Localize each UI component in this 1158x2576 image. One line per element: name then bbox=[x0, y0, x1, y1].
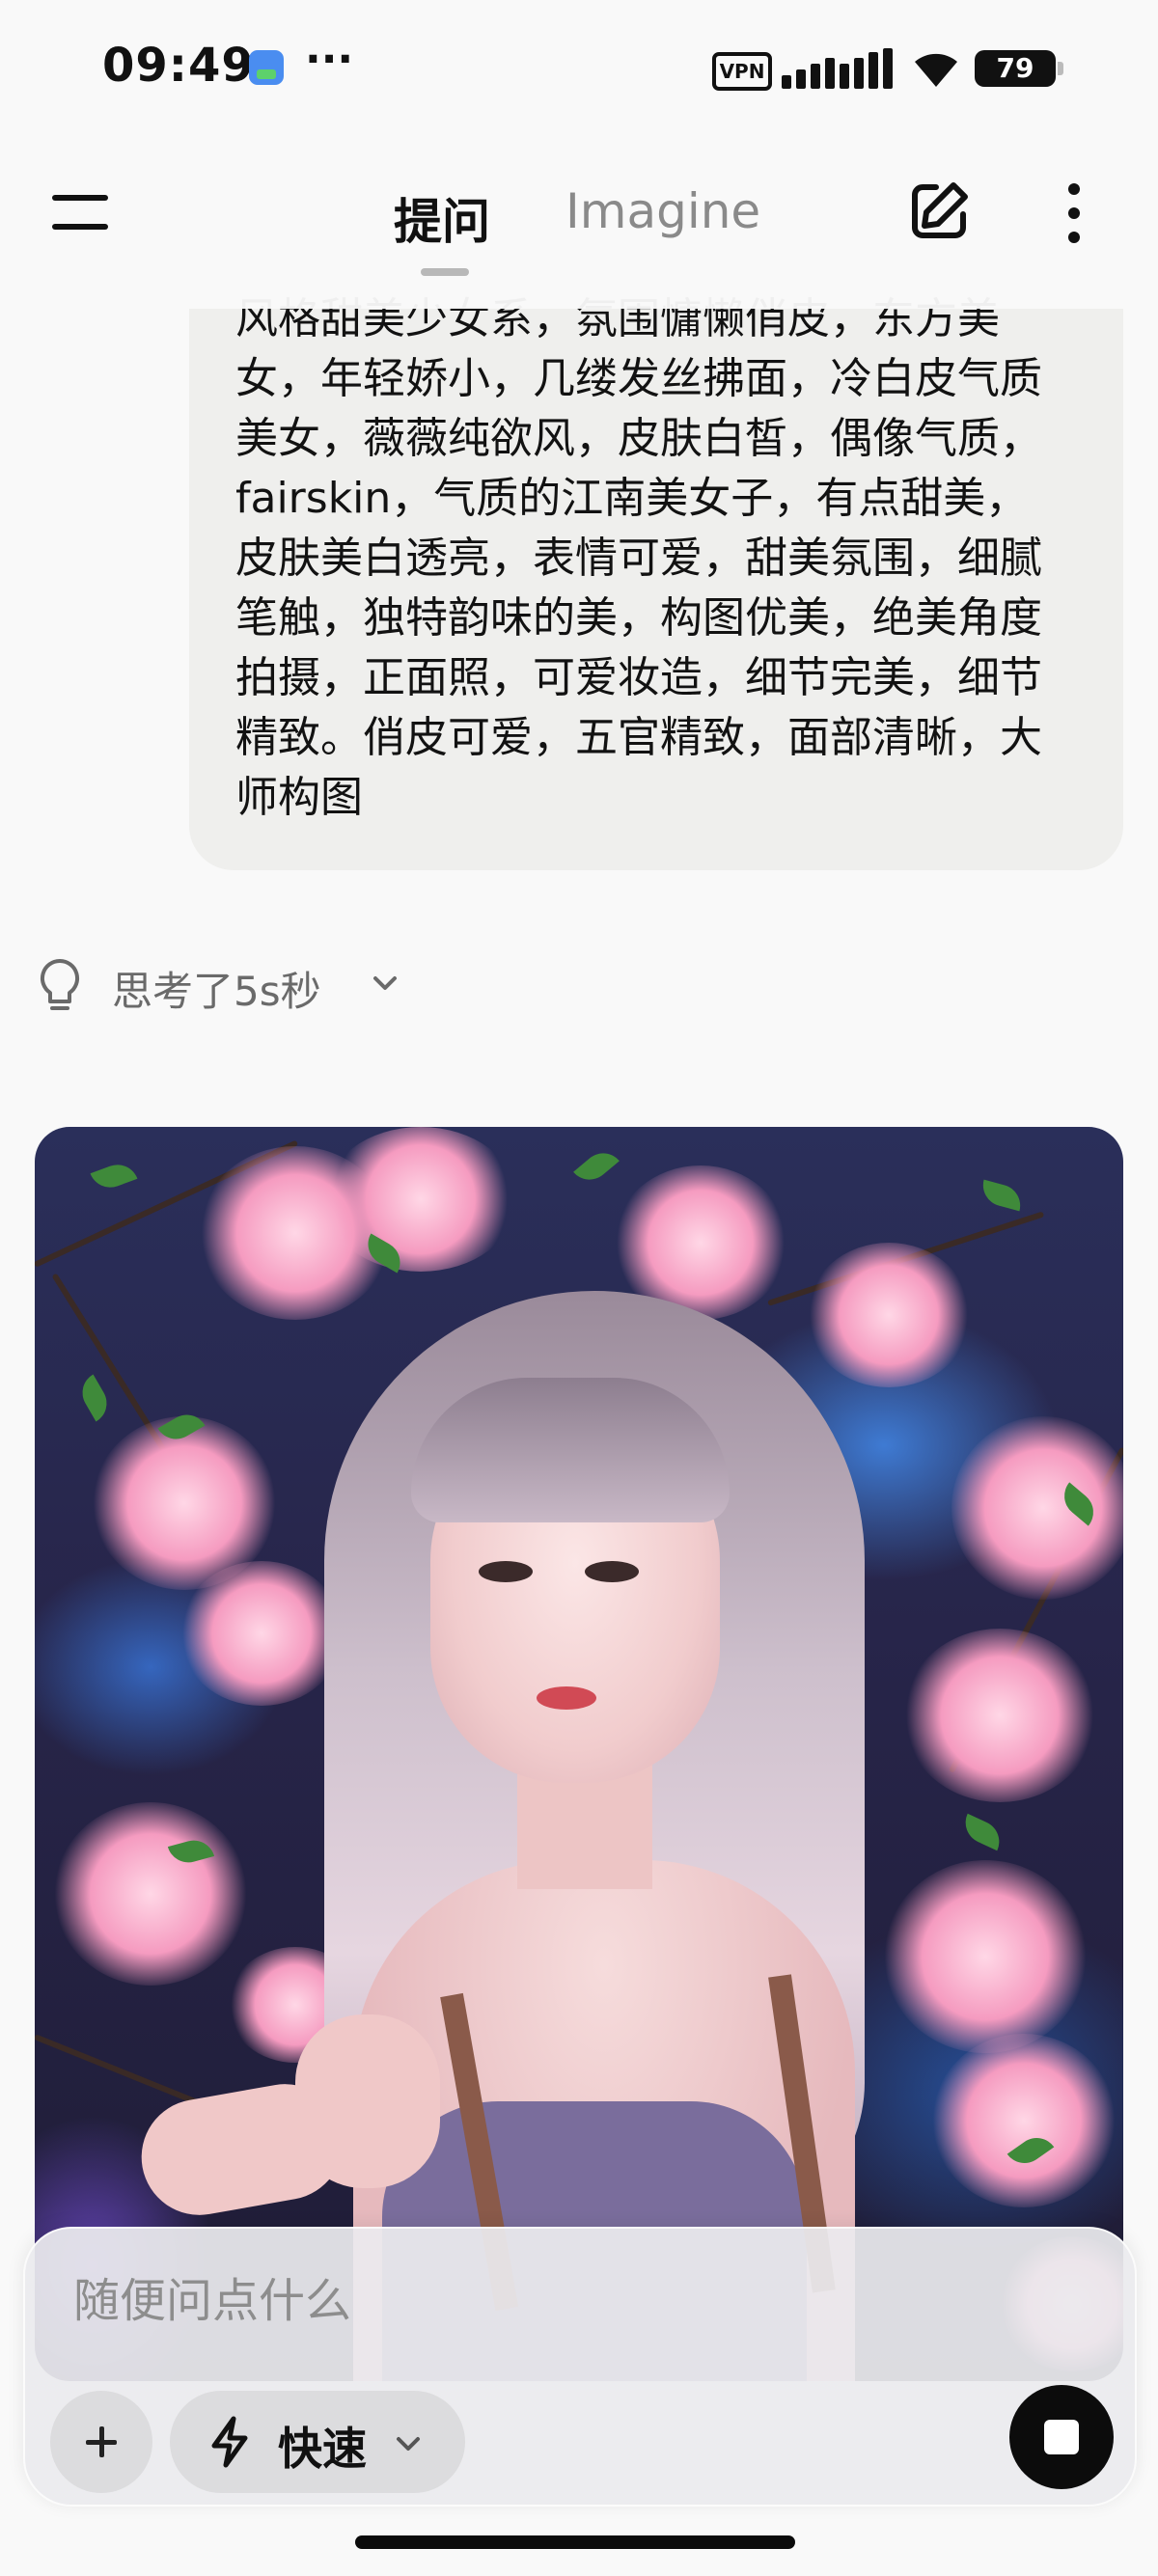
compose-icon[interactable] bbox=[907, 179, 971, 243]
active-tab-indicator bbox=[421, 268, 469, 276]
home-indicator[interactable] bbox=[355, 2535, 795, 2549]
lightbulb-icon bbox=[40, 958, 80, 1010]
stop-icon bbox=[1044, 2420, 1079, 2454]
more-notifications-icon: ··· bbox=[305, 35, 354, 84]
app-notification-icon bbox=[249, 50, 284, 85]
generated-image[interactable] bbox=[35, 1127, 1123, 2381]
wifi-icon bbox=[915, 53, 957, 87]
status-bar: 09:49 ··· VPN 79 bbox=[0, 0, 1158, 145]
kebab-icon[interactable] bbox=[1063, 183, 1087, 243]
mode-label: 快速 bbox=[278, 2423, 367, 2475]
menu-icon[interactable] bbox=[52, 195, 108, 233]
chevron-down-icon bbox=[373, 976, 397, 990]
tab-ask[interactable]: 提问 bbox=[394, 183, 490, 253]
composer: 快速 bbox=[23, 2227, 1137, 2507]
thinking-label: 思考了5s秒 bbox=[112, 968, 321, 1015]
tab-imagine[interactable]: Imagine bbox=[565, 183, 760, 239]
battery-icon: 79 bbox=[975, 50, 1063, 87]
user-prompt-text: 风格甜美少女系，氛围慵懒俏皮，东方美女，年轻娇小，几缕发丝拂面，冷白皮气质美女，… bbox=[235, 294, 1042, 822]
attach-button[interactable] bbox=[50, 2391, 152, 2493]
chevron-down-icon bbox=[397, 2437, 420, 2451]
mode-selector[interactable]: 快速 bbox=[170, 2391, 465, 2493]
message-input[interactable] bbox=[71, 2252, 944, 2350]
bolt-icon bbox=[211, 2416, 248, 2468]
stop-button[interactable] bbox=[1009, 2385, 1114, 2489]
vpn-icon: VPN bbox=[712, 52, 772, 91]
signal-icon bbox=[782, 48, 894, 89]
status-time: 09:49 bbox=[102, 39, 255, 93]
top-header: 提问 Imagine bbox=[0, 145, 1158, 309]
